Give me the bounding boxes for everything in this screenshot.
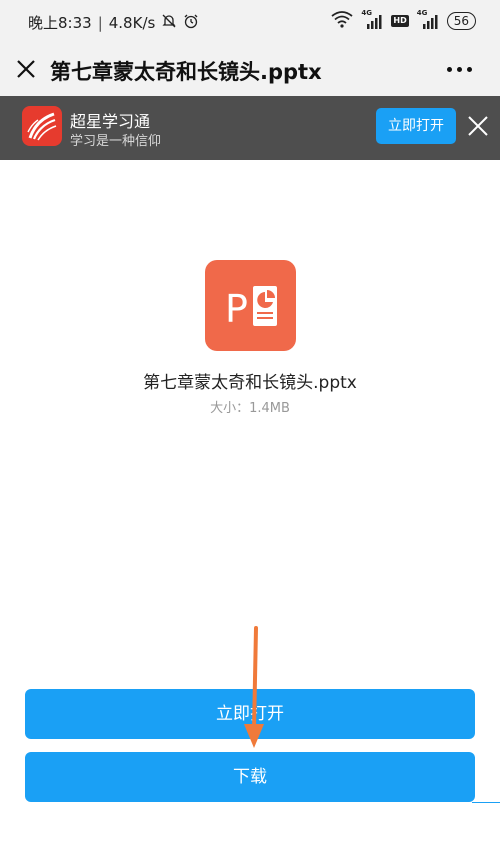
app-logo xyxy=(22,106,62,146)
app-promo-banner: 超星学习通 学习是一种信仰 立即打开 xyxy=(0,96,500,160)
file-size-label: 大小： xyxy=(210,401,250,416)
page: 晚上8:33 | 4.8K/s 4G HD 4G 56 第七章蒙太奇和长镜头.p… xyxy=(0,0,500,857)
more-dot xyxy=(457,67,462,72)
app-slogan: 学习是一种信仰 xyxy=(70,134,162,149)
status-net-speed: 4.8K/s xyxy=(108,13,156,32)
file-size-value: 1.4MB xyxy=(249,401,290,416)
more-dot xyxy=(447,67,452,72)
banner-open-button[interactable]: 立即打开 xyxy=(376,108,456,144)
signal-icon-2: 4G xyxy=(416,9,439,30)
file-size: 大小：1.4MB xyxy=(0,397,500,416)
signal-2-label: 4G xyxy=(416,9,428,17)
alarm-clock-icon xyxy=(183,13,199,33)
status-right: 4G HD 4G 56 xyxy=(331,9,476,32)
file-name: 第七章蒙太奇和长镜头.pptx xyxy=(143,373,357,393)
hd-badge: HD xyxy=(391,15,409,27)
mute-bell-icon xyxy=(161,13,177,33)
more-options-icon[interactable] xyxy=(447,67,472,72)
signal-1-label: 4G xyxy=(361,9,372,17)
button-edge-line xyxy=(472,802,500,803)
title-bar: 第七章蒙太奇和长镜头.pptx xyxy=(0,44,500,96)
annotation-arrow-icon xyxy=(236,626,276,752)
wifi-icon xyxy=(331,10,353,32)
banner-close-icon[interactable] xyxy=(466,114,490,138)
pptx-file-icon: P xyxy=(205,260,296,351)
signal-icon-1: 4G xyxy=(361,9,383,30)
status-separator: | xyxy=(97,13,103,32)
download-button[interactable]: 下载 xyxy=(25,752,475,802)
close-icon[interactable] xyxy=(14,57,38,81)
ppt-letter: P xyxy=(225,287,248,331)
battery-indicator: 56 xyxy=(446,12,476,30)
app-name: 超星学习通 xyxy=(70,112,151,131)
status-bar: 晚上8:33 | 4.8K/s 4G HD 4G 56 xyxy=(0,0,500,44)
page-title: 第七章蒙太奇和长镜头.pptx xyxy=(50,60,322,84)
status-time: 晚上8:33 xyxy=(28,14,92,32)
status-left: 晚上8:33 | 4.8K/s xyxy=(28,12,199,33)
more-dot xyxy=(467,67,472,72)
